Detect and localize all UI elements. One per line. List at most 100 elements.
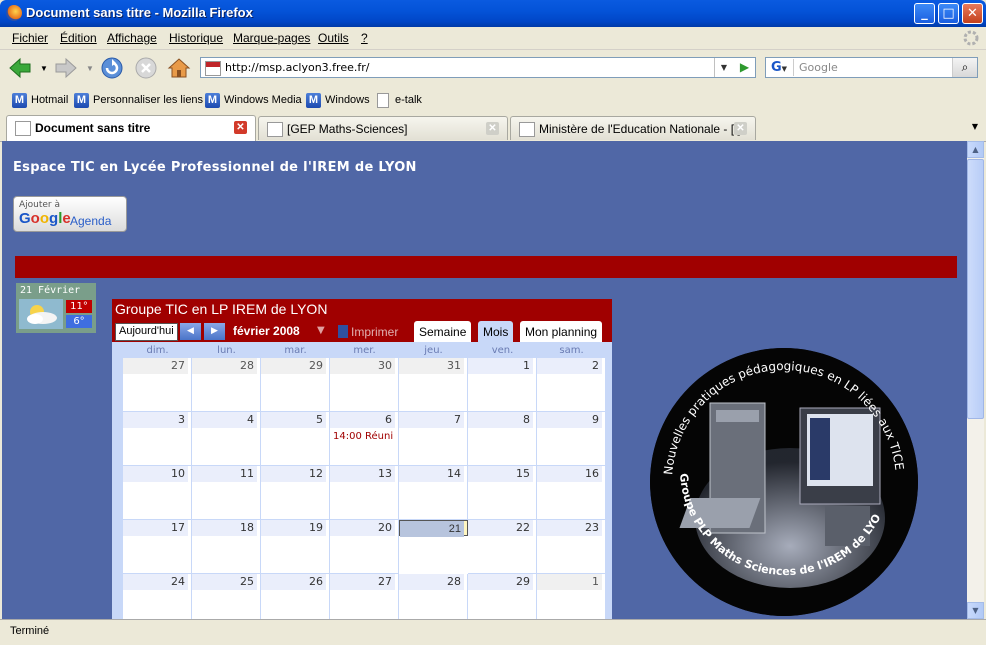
calendar-day-cell[interactable]: 15	[468, 466, 537, 520]
calendar-day-cell[interactable]: 2	[537, 358, 606, 412]
calendar-day-cell[interactable]: 25	[192, 574, 261, 619]
calendar-day-cell[interactable]: 23	[537, 520, 606, 574]
maximize-button[interactable]: □	[938, 3, 959, 24]
menu-outils[interactable]: Outils	[318, 31, 349, 45]
weekday-label: lun.	[217, 345, 236, 356]
calendar-day-cell[interactable]: 10	[123, 466, 192, 520]
bookmark-personnaliser[interactable]: M Personnaliser les liens	[74, 92, 203, 108]
calendar-day-cell[interactable]: 29	[261, 358, 330, 412]
calendar-day-cell[interactable]: 21	[399, 520, 468, 537]
tab-semaine[interactable]: Semaine	[414, 321, 472, 342]
close-button[interactable]: ✕	[962, 3, 983, 24]
calendar-day-cell[interactable]: 13	[330, 466, 399, 520]
calendar-day-cell[interactable]: 16	[537, 466, 606, 520]
google-engine-icon[interactable]: G▼	[768, 59, 794, 76]
calendar-day-cell[interactable]: 11	[192, 466, 261, 520]
search-bar[interactable]: G▼ Google ⌕	[765, 57, 978, 78]
tab-document-sans-titre[interactable]: Document sans titre ✕	[6, 115, 256, 141]
calendar-day-cell[interactable]: 20	[330, 520, 399, 574]
calendar-day-cell[interactable]: 27	[123, 358, 192, 412]
tab-mon-planning[interactable]: Mon planning	[520, 321, 603, 342]
current-month: février 2008	[233, 324, 300, 338]
calendar-day-cell[interactable]: 1	[537, 574, 606, 619]
calendar-day-cell[interactable]: 27	[330, 574, 399, 619]
next-month-button[interactable]: ▶	[204, 323, 225, 340]
scroll-thumb[interactable]	[967, 159, 984, 419]
calendar-day-cell[interactable]: 12	[261, 466, 330, 520]
calendar-day-cell[interactable]: 26	[261, 574, 330, 619]
search-icon[interactable]: ⌕	[952, 58, 977, 77]
calendar-day-cell[interactable]: 28	[399, 574, 468, 619]
bookmark-hotmail[interactable]: M Hotmail	[12, 92, 68, 108]
day-number: 9	[537, 412, 602, 428]
vertical-scrollbar[interactable]: ▲ ▼	[967, 141, 984, 619]
menu-help[interactable]: ?	[361, 31, 368, 45]
calendar-day-cell[interactable]: 4	[192, 412, 261, 466]
url-dropdown-icon[interactable]: ▼	[714, 58, 733, 77]
day-number: 6	[330, 412, 395, 428]
site-favicon	[205, 61, 221, 76]
calendar-day-cell[interactable]: 19	[261, 520, 330, 574]
msn-icon: M	[205, 92, 220, 108]
add-to-google-agenda-button[interactable]: Ajouter à Google Agenda	[13, 196, 127, 232]
print-button[interactable]: Imprimer	[338, 325, 398, 339]
calendar-day-cell[interactable]: 22	[468, 520, 537, 574]
month-dropdown-icon[interactable]: ▼	[317, 325, 325, 336]
day-number: 28	[399, 574, 464, 590]
back-icon[interactable]	[8, 56, 32, 80]
home-icon[interactable]	[167, 56, 191, 80]
calendar-day-cell[interactable]: 30	[330, 358, 399, 412]
calendar-day-cell[interactable]: 9	[537, 412, 606, 466]
calendar-day-cell[interactable]: 8	[468, 412, 537, 466]
calendar-day-cell[interactable]: 6 14:00 Réuni	[330, 412, 399, 466]
bookmark-windows-media[interactable]: M Windows Media	[205, 92, 302, 108]
back-dropdown-icon[interactable]: ▼	[40, 64, 48, 73]
day-number: 28	[192, 358, 257, 374]
go-icon[interactable]: ▶	[734, 58, 755, 77]
menu-historique[interactable]: Historique	[169, 31, 223, 45]
minimize-button[interactable]: _	[914, 3, 935, 24]
tab-close-icon[interactable]: ✕	[234, 121, 247, 134]
calendar-day-cell[interactable]: 18	[192, 520, 261, 574]
calendar-day-cell[interactable]: 7	[399, 412, 468, 466]
scroll-up-icon[interactable]: ▲	[967, 141, 984, 158]
calendar-day-cell[interactable]: 24	[123, 574, 192, 619]
menu-affichage[interactable]: Affichage	[107, 31, 157, 45]
day-number: 19	[261, 520, 326, 536]
forward-dropdown-icon[interactable]: ▼	[86, 64, 94, 73]
calendar-day-cell[interactable]: 3	[123, 412, 192, 466]
url-text[interactable]: http://msp.aclyon3.free.fr/	[225, 61, 369, 74]
tab-gep-maths-sciences[interactable]: [GEP Maths-Sciences] ✕	[258, 116, 508, 140]
day-number: 11	[192, 466, 257, 482]
calendar-day-cell[interactable]: 29	[468, 574, 537, 619]
tab-close-icon[interactable]: ✕	[734, 122, 747, 135]
calendar-day-cell[interactable]: 17	[123, 520, 192, 574]
calendar-event[interactable]: 14:00 Réuni	[333, 431, 399, 442]
calendar-day-cell[interactable]: 1	[468, 358, 537, 412]
bookmark-etalk[interactable]: e-talk	[377, 92, 422, 108]
menu-fichier[interactable]: Fichier	[12, 31, 48, 45]
tab-ministere[interactable]: Ministère de l'Education Nationale - [.]…	[510, 116, 756, 140]
calendar-day-cell[interactable]: 28	[192, 358, 261, 412]
prev-month-button[interactable]: ◀	[180, 323, 201, 340]
today-button[interactable]: Aujourd'hui	[115, 323, 178, 341]
forward-icon[interactable]	[54, 56, 78, 80]
weather-widget[interactable]: 21 Février 11° 6°	[16, 283, 96, 333]
day-number: 2	[537, 358, 602, 374]
calendar-day-cell[interactable]: 5	[261, 412, 330, 466]
menu-edition[interactable]: Édition	[60, 31, 97, 45]
tab-close-icon[interactable]: ✕	[486, 122, 499, 135]
calendar-day-cell[interactable]: 31	[399, 358, 468, 412]
search-input[interactable]: Google	[799, 61, 838, 74]
stop-icon[interactable]	[134, 56, 158, 80]
url-bar[interactable]: http://msp.aclyon3.free.fr/ ▼ ▶	[200, 57, 756, 78]
menu-marque-pages[interactable]: Marque-pages	[233, 31, 310, 45]
tab-mois[interactable]: Mois	[478, 321, 514, 342]
day-number: 30	[330, 358, 395, 374]
reload-icon[interactable]	[100, 56, 124, 80]
weekday-label: sam.	[559, 345, 584, 356]
bookmark-windows[interactable]: M Windows	[306, 92, 370, 108]
tab-list-icon[interactable]: ▼	[966, 116, 984, 138]
scroll-down-icon[interactable]: ▼	[967, 602, 984, 619]
calendar-day-cell[interactable]: 14	[399, 466, 468, 520]
